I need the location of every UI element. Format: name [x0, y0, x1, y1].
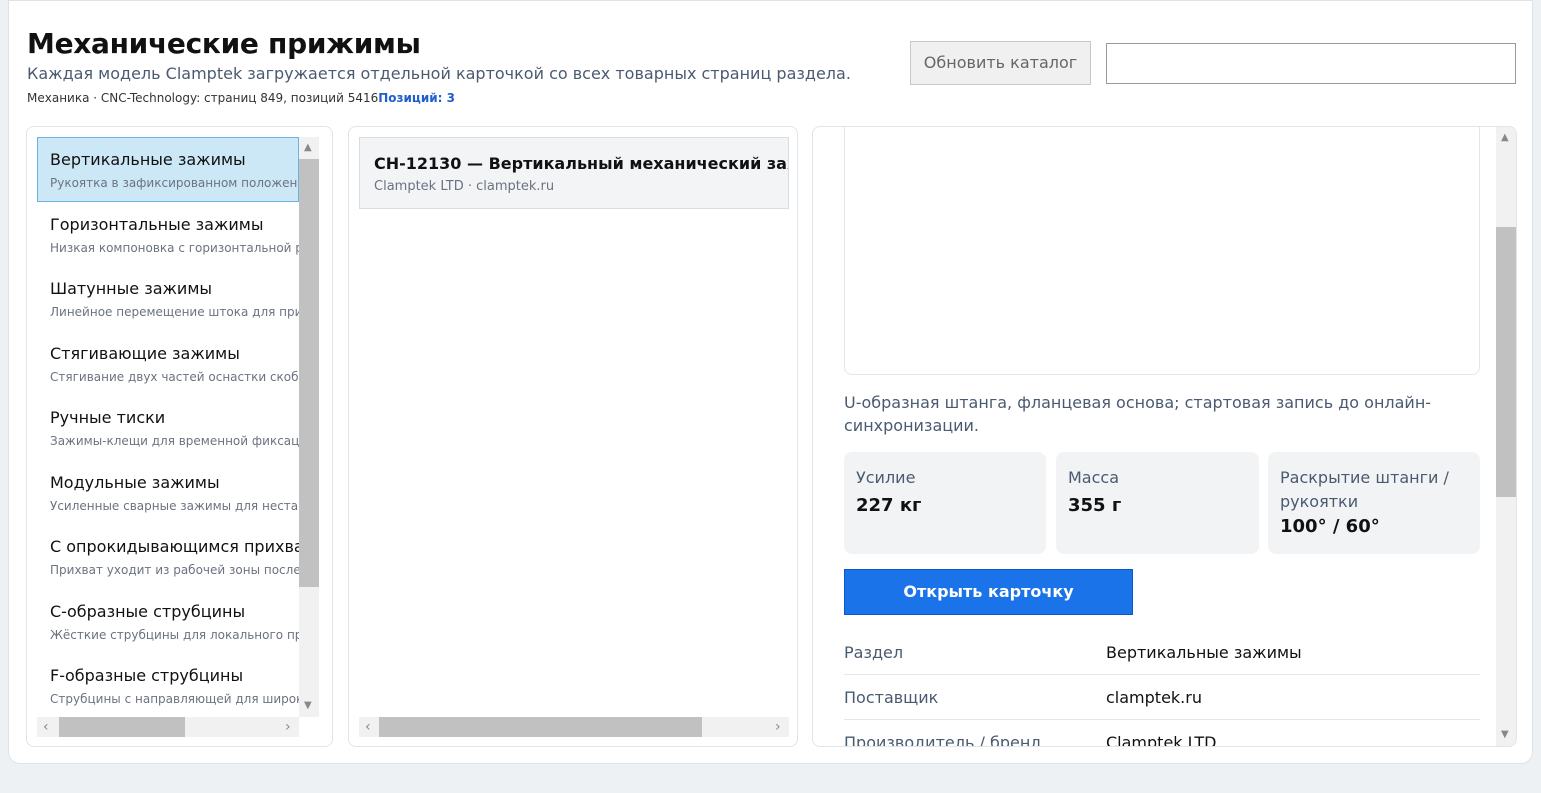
- detail-vertical-scrollbar[interactable]: ▲ ▼: [1496, 127, 1516, 746]
- spec-card-opening: Раскрытие штанги / рукоятки 100° / 60°: [1268, 452, 1480, 554]
- row-value: Clamptek LTD: [1106, 732, 1217, 747]
- category-desc: Жёсткие струбцины для локального при: [50, 627, 299, 642]
- catalog-meta: Механика · CNC-Technology: страниц 849, …: [27, 91, 455, 105]
- scroll-right-icon[interactable]: ›: [775, 720, 781, 734]
- items-count: Позиций: 3: [378, 91, 455, 105]
- app-window: Механические прижимы Каждая модель Clamp…: [8, 0, 1533, 764]
- spec-card-force: Усилие 227 кг: [844, 452, 1046, 554]
- category-name: Стягивающие зажимы: [50, 343, 240, 363]
- row-value: Вертикальные зажимы: [1106, 642, 1302, 662]
- category-desc: Рукоятка в зафиксированном положении: [50, 176, 299, 190]
- category-item[interactable]: F-образные струбцины Струбцины с направл…: [37, 653, 299, 717]
- category-name: Вертикальные зажимы: [50, 150, 246, 169]
- spec-value: 355 г: [1068, 495, 1122, 516]
- scroll-right-icon[interactable]: ›: [285, 720, 291, 734]
- category-desc: Зажимы-клещи для временной фиксац: [50, 434, 299, 448]
- scrollbar-thumb[interactable]: [59, 717, 185, 737]
- catalog-stats: Механика · CNC-Technology: страниц 849, …: [27, 91, 379, 105]
- scroll-left-icon[interactable]: ‹: [365, 720, 371, 734]
- scroll-down-icon[interactable]: ▼: [1501, 730, 1509, 740]
- category-item[interactable]: Модульные зажимы Усиленные сварные зажим…: [37, 460, 299, 525]
- spec-card-mass: Масса 355 г: [1056, 452, 1259, 554]
- category-item[interactable]: С-образные струбцины Жёсткие струбцины д…: [37, 589, 299, 654]
- search-input[interactable]: [1106, 43, 1516, 84]
- spec-value: 100° / 60°: [1280, 516, 1380, 537]
- items-horizontal-scrollbar[interactable]: ‹ ›: [359, 717, 789, 737]
- category-name: Горизонтальные зажимы: [50, 214, 264, 234]
- row-key: Производитель / бренд: [844, 732, 1042, 747]
- spec-label: Масса: [1068, 468, 1120, 487]
- category-desc: Струбцины с направляющей для широк: [50, 692, 299, 706]
- page-subtitle: Каждая модель Clamptek загружается отдел…: [27, 64, 851, 83]
- table-row: Раздел Вертикальные зажимы: [844, 630, 1480, 675]
- category-name: Ручные тиски: [50, 408, 166, 427]
- category-item[interactable]: Шатунные зажимы Линейное перемещение што…: [37, 266, 299, 331]
- category-vertical-scrollbar[interactable]: ▲ ▼: [299, 137, 319, 717]
- category-desc: Стягивание двух частей оснастки скобой: [50, 369, 299, 384]
- table-row: Производитель / бренд Clamptek LTD: [844, 720, 1480, 747]
- spec-value: 227 кг: [856, 495, 922, 516]
- category-name: Шатунные зажимы: [50, 279, 213, 298]
- row-key: Раздел: [844, 642, 904, 662]
- category-panel: Вертикальные зажимы Рукоятка в зафиксиро…: [26, 126, 333, 747]
- scroll-left-icon[interactable]: ‹: [43, 720, 49, 734]
- scroll-down-icon[interactable]: ▼: [304, 701, 312, 711]
- category-item[interactable]: Горизонтальные зажимы Низкая компоновка …: [37, 202, 299, 267]
- category-desc: Низкая компоновка с горизонтальной р: [50, 240, 299, 255]
- detail-content: U-образная штанга, фланцевая основа; ста…: [844, 127, 1480, 747]
- scrollbar-thumb[interactable]: [299, 159, 319, 587]
- scrollbar-thumb[interactable]: [379, 717, 702, 737]
- category-name: С опрокидывающимся прихва: [50, 537, 299, 556]
- category-desc: Линейное перемещение штока для при: [50, 305, 299, 319]
- item-supplier: Clamptek LTD · clamptek.ru: [374, 179, 555, 194]
- scrollbar-thumb[interactable]: [1496, 227, 1516, 497]
- refresh-catalog-button[interactable]: Обновить каталог: [910, 41, 1091, 85]
- detail-table: Раздел Вертикальные зажимы Поставщик cla…: [844, 630, 1480, 747]
- category-desc: Прихват уходит из рабочей зоны после: [50, 563, 299, 577]
- category-name: С-образные струбцины: [50, 601, 246, 621]
- row-key: Поставщик: [844, 687, 939, 707]
- list-item[interactable]: CH-12130 — Вертикальный механический заж…: [359, 137, 789, 209]
- category-list: Вертикальные зажимы Рукоятка в зафиксиро…: [37, 137, 299, 717]
- product-image: [844, 127, 1480, 375]
- category-name: F-образные струбцины: [50, 666, 244, 685]
- category-horizontal-scrollbar[interactable]: ‹ ›: [37, 717, 299, 737]
- spec-label: Усилие: [856, 468, 916, 487]
- scroll-up-icon[interactable]: ▲: [304, 143, 312, 153]
- open-supplier-card-button[interactable]: Открыть карточку поставщика: [844, 569, 1133, 645]
- scroll-up-icon[interactable]: ▲: [1501, 133, 1509, 143]
- page-title: Механические прижимы: [27, 27, 421, 60]
- category-item[interactable]: С опрокидывающимся прихва Прихват уходит…: [37, 524, 299, 589]
- category-item[interactable]: Ручные тиски Зажимы-клещи для временной …: [37, 395, 299, 460]
- category-item[interactable]: Стягивающие зажимы Стягивание двух часте…: [37, 331, 299, 396]
- row-value: clamptek.ru: [1106, 687, 1202, 707]
- detail-panel: U-образная штанга, фланцевая основа; ста…: [812, 126, 1517, 747]
- category-name: Модульные зажимы: [50, 472, 220, 492]
- category-item[interactable]: Вертикальные зажимы Рукоятка в зафиксиро…: [37, 137, 299, 202]
- table-row: Поставщик clamptek.ru: [844, 675, 1480, 720]
- item-title: CH-12130 — Вертикальный механический заж…: [374, 154, 789, 173]
- category-desc: Усиленные сварные зажимы для нестан: [50, 498, 299, 513]
- spec-label: Раскрытие штанги / рукоятки: [1280, 468, 1449, 511]
- items-panel: CH-12130 — Вертикальный механический заж…: [348, 126, 798, 747]
- product-description: U-образная штанга, фланцевая основа; ста…: [844, 393, 1432, 435]
